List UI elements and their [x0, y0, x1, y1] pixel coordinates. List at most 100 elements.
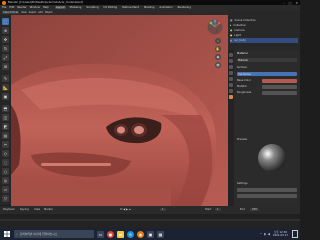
- roughness-slider[interactable]: [262, 91, 297, 95]
- chrome-icon[interactable]: ●: [107, 230, 114, 238]
- blend-mode-dropdown[interactable]: [237, 188, 297, 192]
- shadow-mode-dropdown[interactable]: [237, 194, 297, 198]
- outliner-row-label: Collection: [233, 24, 247, 27]
- tab-texture-paint[interactable]: Texture Paint: [121, 6, 140, 9]
- tab-animation[interactable]: Animation: [158, 6, 173, 9]
- volume-icon[interactable]: ◀: [268, 232, 270, 236]
- clock[interactable]: 오후 12:30 2021-03-17: [273, 231, 288, 237]
- current-frame[interactable]: 1: [160, 208, 166, 211]
- tab-sculpting[interactable]: Sculpting: [85, 6, 99, 9]
- cursor-tool-icon[interactable]: ⊕: [2, 27, 9, 34]
- loop-cut-tool-icon[interactable]: ▤: [2, 132, 9, 139]
- view-menu[interactable]: View: [21, 11, 27, 14]
- keying-menu[interactable]: Keying: [20, 208, 29, 211]
- blender-taskbar-icon[interactable]: ◉: [137, 230, 144, 238]
- camera-icon: ●: [230, 29, 233, 32]
- smooth-tool-icon[interactable]: ○: [2, 168, 9, 175]
- material-slot[interactable]: Material: [237, 58, 297, 62]
- 3d-viewport[interactable]: ⌕ ✋ ◉ ▦: [11, 15, 228, 206]
- marker-menu[interactable]: Marker: [44, 208, 53, 211]
- window-title: Blender [C:\Users\PC\Desktop\carmodel\ca…: [8, 1, 83, 4]
- properties-tabs: [228, 50, 234, 206]
- tray-chevron-icon[interactable]: ^: [259, 232, 262, 236]
- transform-tool-icon[interactable]: ⊞: [2, 63, 9, 70]
- tab-modeling[interactable]: Modeling: [69, 6, 83, 9]
- render-tab-icon[interactable]: [229, 59, 233, 63]
- menu-window[interactable]: Window: [30, 6, 40, 9]
- base-color-swatch[interactable]: [262, 79, 297, 83]
- bevel-tool-icon[interactable]: ◩: [2, 123, 9, 130]
- mode-dropdown[interactable]: Object Mode: [2, 11, 20, 14]
- move-tool-icon[interactable]: ✥: [2, 36, 9, 43]
- output-tab-icon[interactable]: [229, 65, 233, 69]
- menu-file[interactable]: File: [2, 6, 6, 9]
- maximize-button[interactable]: □: [289, 1, 292, 5]
- photos-icon[interactable]: ▦: [157, 230, 164, 238]
- select-box-tool-icon[interactable]: ⬚: [2, 18, 9, 25]
- menu-edit[interactable]: Edit: [9, 6, 14, 9]
- task-view-icon[interactable]: ▭: [97, 230, 104, 238]
- knife-tool-icon[interactable]: ✂: [2, 141, 9, 148]
- add-cube-tool-icon[interactable]: ▣: [2, 93, 9, 100]
- use-nodes-button[interactable]: Use Nodes: [237, 72, 297, 76]
- shear-tool-icon[interactable]: ▱: [2, 186, 9, 193]
- network-icon[interactable]: ▮: [264, 232, 266, 236]
- mesh-icon: ▲: [230, 39, 232, 42]
- settings-section[interactable]: Settings: [237, 182, 248, 185]
- store-icon[interactable]: ▣: [147, 230, 154, 238]
- object-tab-icon[interactable]: [229, 83, 233, 87]
- menu-render[interactable]: Render: [17, 6, 26, 9]
- object-menu[interactable]: Object: [45, 11, 53, 14]
- extrude-tool-icon[interactable]: ⬒: [2, 105, 9, 112]
- tab-shading[interactable]: Shading: [143, 6, 156, 9]
- view-menu-timeline[interactable]: View: [34, 208, 40, 211]
- outliner-row-label: car_body: [234, 39, 246, 42]
- grid-view-icon[interactable]: ▦: [215, 62, 221, 68]
- notification-icon[interactable]: [292, 230, 298, 238]
- search-placeholder: 검색하려면 여기에 입력하십시오: [19, 232, 58, 236]
- timeline: Playback Keying View Marker ⏮ ◀ ▶ ⏭ 1 St…: [0, 206, 300, 219]
- scale-tool-icon[interactable]: ⤢: [2, 54, 9, 61]
- menu-help[interactable]: Help: [43, 6, 49, 9]
- spin-tool-icon[interactable]: ◌: [2, 159, 9, 166]
- modifier-tab-icon[interactable]: [229, 89, 233, 93]
- playback-menu[interactable]: Playback: [3, 208, 15, 211]
- tool-tab-icon[interactable]: [229, 53, 233, 57]
- play-icon[interactable]: ⏮ ◀ ▶ ⏭: [120, 208, 131, 211]
- tab-layout[interactable]: Layout: [54, 6, 66, 9]
- poly-build-tool-icon[interactable]: ◇: [2, 150, 9, 157]
- start-label: Start: [205, 208, 212, 211]
- annotate-tool-icon[interactable]: ✎: [2, 75, 9, 82]
- scene-tab-icon[interactable]: [229, 71, 233, 75]
- inset-tool-icon[interactable]: ◫: [2, 114, 9, 121]
- select-menu[interactable]: Select: [29, 11, 36, 14]
- rotate-tool-icon[interactable]: ↻: [2, 45, 9, 52]
- tab-rendering[interactable]: Rendering: [177, 6, 192, 9]
- metallic-slider[interactable]: [262, 85, 297, 89]
- outliner-row-label: Camera: [234, 29, 245, 32]
- tab-uv-editing[interactable]: UV Editing: [103, 6, 119, 9]
- start-frame[interactable]: 1: [215, 208, 221, 211]
- outliner-row[interactable]: ▲ car_body: [230, 38, 298, 43]
- minimize-button[interactable]: –: [283, 1, 285, 5]
- navigation-gizmo[interactable]: [207, 19, 223, 35]
- material-tab-icon[interactable]: [229, 95, 233, 99]
- preview-section[interactable]: Preview: [237, 138, 247, 141]
- material-preview-sphere: [258, 144, 286, 172]
- edge-icon[interactable]: e: [127, 230, 134, 238]
- world-tab-icon[interactable]: [229, 77, 233, 81]
- close-button[interactable]: ✕: [295, 1, 298, 5]
- pan-hand-icon[interactable]: ✋: [215, 46, 221, 52]
- rip-tool-icon[interactable]: ▽: [2, 195, 9, 202]
- file-explorer-icon[interactable]: ▬: [117, 230, 124, 238]
- measure-tool-icon[interactable]: 📐: [2, 84, 9, 91]
- windows-start-icon[interactable]: [3, 231, 10, 238]
- taskbar-search[interactable]: ⌕ 검색하려면 여기에 입력하십시오: [14, 230, 94, 238]
- car-model: [11, 15, 228, 206]
- shrink-tool-icon[interactable]: ◎: [2, 177, 9, 184]
- properties-editor: Material Material Surface Use Nodes Base…: [228, 50, 300, 206]
- camera-view-icon[interactable]: ◉: [215, 54, 221, 60]
- zoom-icon[interactable]: ⌕: [215, 38, 221, 44]
- add-menu[interactable]: Add: [38, 11, 43, 14]
- end-frame[interactable]: 250: [250, 208, 259, 211]
